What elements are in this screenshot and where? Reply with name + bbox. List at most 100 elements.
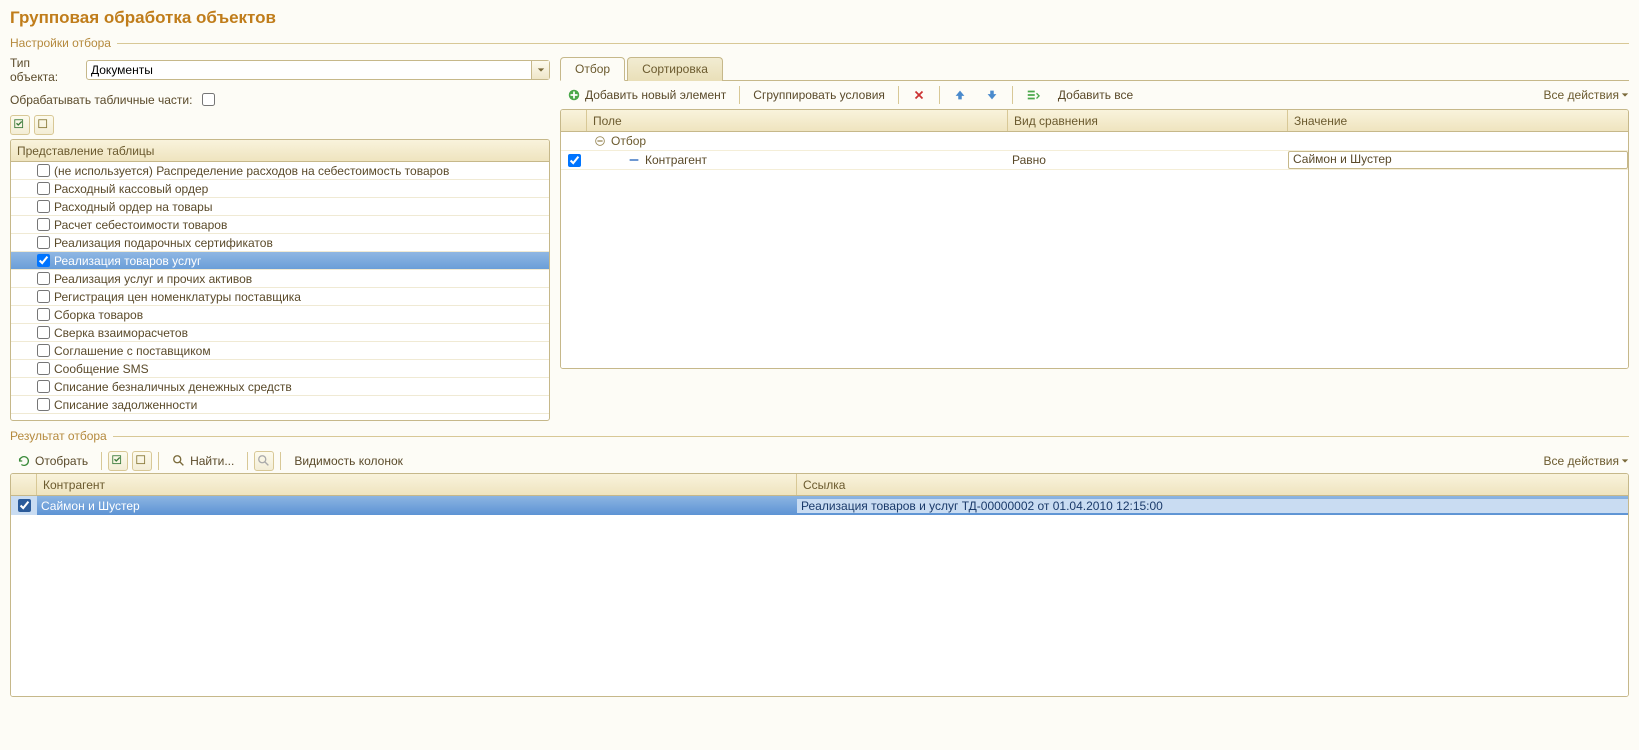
find-button[interactable]: Найти... <box>165 451 241 471</box>
tree-item-label: Списание задолженности <box>54 398 197 412</box>
tree-item-checkbox[interactable] <box>37 272 50 285</box>
result-row[interactable]: Саймон и Шустер Реализация товаров и усл… <box>11 496 1628 515</box>
type-dropdown-button[interactable] <box>531 61 549 79</box>
move-up-button[interactable] <box>946 85 974 105</box>
add-all-label: Добавить все <box>1058 88 1133 102</box>
clear-search-button[interactable] <box>254 451 274 471</box>
tree-panel: Представление таблицы (не используется) … <box>10 139 550 421</box>
move-down-button[interactable] <box>978 85 1006 105</box>
tree-item-checkbox[interactable] <box>37 326 50 339</box>
tree-item[interactable]: Реализация товаров услуг <box>11 252 549 270</box>
check-all-button[interactable] <box>10 115 30 135</box>
tree-item-checkbox[interactable] <box>37 398 50 411</box>
check-all-icon <box>111 454 125 468</box>
uncheck-all-button[interactable] <box>34 115 54 135</box>
filter-condition-row[interactable]: Контрагент Равно Саймон и Шустер <box>561 151 1628 170</box>
tree-item[interactable]: Расчет себестоимости товаров <box>11 216 549 234</box>
filter-col-comparison: Вид сравнения <box>1008 110 1288 131</box>
tree-item[interactable]: Реализация подарочных сертификатов <box>11 234 549 252</box>
result-col-counterparty: Контрагент <box>37 474 797 495</box>
separator <box>739 86 740 104</box>
type-combo[interactable] <box>86 60 550 80</box>
tree-item[interactable]: Списание задолженности <box>11 396 549 414</box>
tree-item-checkbox[interactable] <box>37 362 50 375</box>
tree-item-checkbox[interactable] <box>37 308 50 321</box>
columns-button[interactable]: Видимость колонок <box>287 451 410 471</box>
tree-item-label: Расчет себестоимости товаров <box>54 218 227 232</box>
chevron-down-icon <box>1621 454 1629 468</box>
chevron-down-icon <box>537 63 545 77</box>
result-all-actions-button[interactable]: Все действия <box>1544 454 1629 468</box>
separator <box>898 86 899 104</box>
separator <box>247 452 248 470</box>
type-input[interactable] <box>87 61 531 79</box>
uncheck-all-icon <box>135 454 149 468</box>
filter-col-value: Значение <box>1288 110 1628 131</box>
delete-button[interactable] <box>905 85 933 105</box>
tree-item-checkbox[interactable] <box>37 236 50 249</box>
separator <box>280 452 281 470</box>
tree-item[interactable]: Расходный ордер на товары <box>11 198 549 216</box>
tree-item[interactable]: Расходный кассовый ордер <box>11 180 549 198</box>
tree-item-checkbox[interactable] <box>37 218 50 231</box>
process-tables-checkbox[interactable] <box>202 93 215 106</box>
settings-legend: Настройки отбора <box>10 36 1629 50</box>
tree-item[interactable]: (не используется) Распределение расходов… <box>11 162 549 180</box>
tree-item-label: Списание безналичных денежных средств <box>54 380 292 394</box>
field-icon <box>627 153 641 167</box>
result-legend: Результат отбора <box>10 429 1629 443</box>
find-label: Найти... <box>190 454 234 468</box>
add-all-button[interactable]: Добавить все <box>1051 85 1140 105</box>
check-all-icon <box>13 118 27 132</box>
filter-tabs: ОтборСортировка <box>560 56 1629 81</box>
result-row-link: Реализация товаров и услуг ТД-00000002 о… <box>797 499 1628 513</box>
separator <box>1012 86 1013 104</box>
add-element-button[interactable]: Добавить новый элемент <box>560 85 733 105</box>
group-conditions-button[interactable]: Сгруппировать условия <box>746 85 892 105</box>
all-actions-button[interactable]: Все действия <box>1544 88 1629 102</box>
result-col-link: Ссылка <box>797 474 1628 495</box>
filter-col-check <box>561 110 587 131</box>
all-actions-label: Все действия <box>1544 88 1619 102</box>
filter-group-label: Отбор <box>611 134 646 148</box>
refresh-icon <box>17 454 31 468</box>
arrow-down-icon <box>985 88 999 102</box>
tree-item-checkbox[interactable] <box>37 200 50 213</box>
tree-item[interactable]: Сообщение SMS <box>11 360 549 378</box>
tab-Сортировка[interactable]: Сортировка <box>627 57 723 81</box>
filter-row-checkbox[interactable] <box>568 154 581 167</box>
tree-item-checkbox[interactable] <box>37 182 50 195</box>
tree-item-checkbox[interactable] <box>37 164 50 177</box>
tree-item-label: Соглашение с поставщиком <box>54 344 211 358</box>
tree-header: Представление таблицы <box>11 140 549 161</box>
result-row-checkbox[interactable] <box>18 499 31 512</box>
tree-item[interactable]: Сверка взаиморасчетов <box>11 324 549 342</box>
check-all-result-button[interactable] <box>108 451 128 471</box>
collapse-icon[interactable] <box>593 134 607 148</box>
uncheck-all-result-button[interactable] <box>132 451 152 471</box>
tree-item[interactable]: Сборка товаров <box>11 306 549 324</box>
filter-row-value[interactable]: Саймон и Шустер <box>1288 151 1628 169</box>
separator <box>158 452 159 470</box>
tree-item-checkbox[interactable] <box>37 380 50 393</box>
filter-group-row[interactable]: Отбор <box>561 132 1628 151</box>
tree-item[interactable]: Списание безналичных денежных средств <box>11 378 549 396</box>
filter-row-comparison[interactable]: Равно <box>1008 153 1288 167</box>
type-label: Тип объекта: <box>10 56 80 84</box>
separator <box>939 86 940 104</box>
tree-item[interactable]: Регистрация цен номенклатуры поставщика <box>11 288 549 306</box>
page-title: Групповая обработка объектов <box>10 8 1629 28</box>
add-icon <box>567 88 581 102</box>
tree-item[interactable]: Соглашение с поставщиком <box>11 342 549 360</box>
process-tables-label: Обрабатывать табличные части: <box>10 93 192 107</box>
tree-body[interactable]: (не используется) Распределение расходов… <box>11 162 549 420</box>
add-all-icon <box>1026 88 1040 102</box>
tree-item-checkbox[interactable] <box>37 344 50 357</box>
tree-item-checkbox[interactable] <box>37 254 50 267</box>
group-conditions-label: Сгруппировать условия <box>753 88 885 102</box>
tab-Отбор[interactable]: Отбор <box>560 57 625 81</box>
tree-item[interactable]: Реализация услуг и прочих активов <box>11 270 549 288</box>
select-button[interactable]: Отобрать <box>10 451 95 471</box>
tree-item-checkbox[interactable] <box>37 290 50 303</box>
add-all-fields-button[interactable] <box>1019 85 1047 105</box>
